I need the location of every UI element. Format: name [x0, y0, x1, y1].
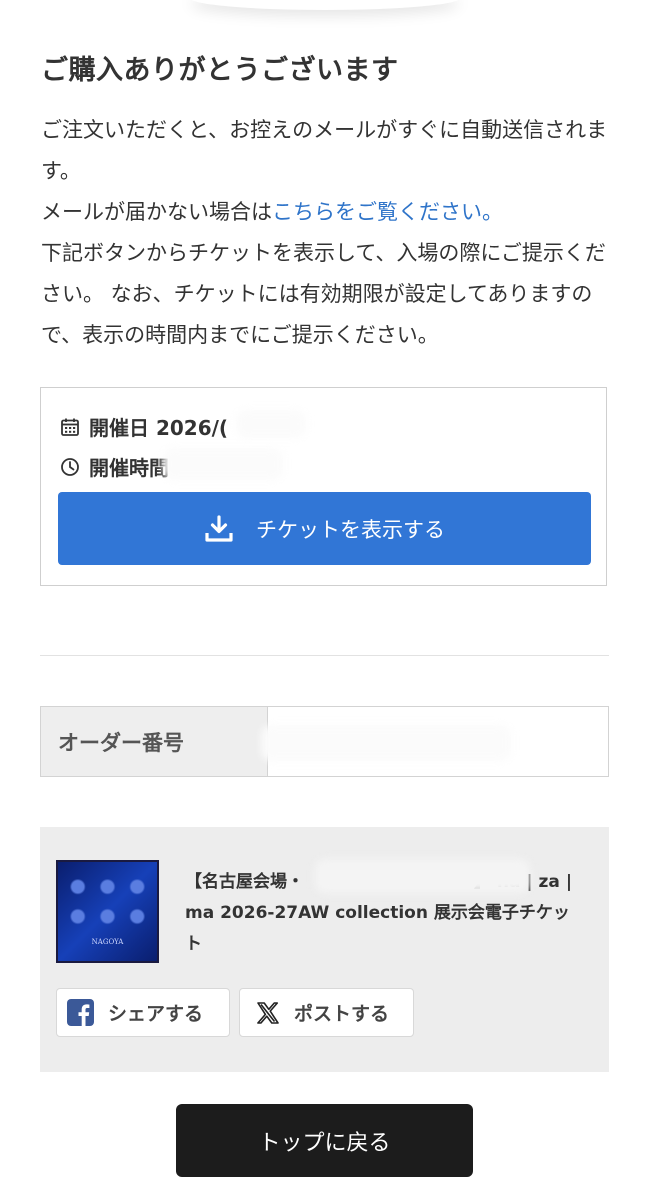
x-post-label: ポストする	[294, 1003, 390, 1025]
thumbnail-caption: NAGOYA	[91, 938, 124, 946]
mail-help-text: メールが届かない場合は	[41, 200, 272, 224]
facebook-share-label: シェアする	[108, 1003, 204, 1025]
mail-help-link[interactable]: こちらをご覧ください。	[272, 200, 503, 224]
event-time-row: 開催時間	[60, 452, 169, 481]
product-thumbnail: NAGOYA	[56, 860, 159, 963]
facebook-icon	[67, 999, 94, 1026]
section-divider	[40, 655, 609, 656]
redacted-time-area	[163, 448, 283, 480]
download-icon	[205, 514, 233, 542]
event-date-text: 開催日 2026/(	[89, 416, 229, 440]
message-line-auto-send: ご注文いただくと、お控えのメールがすぐに自動送信されます。	[41, 118, 608, 183]
event-info-box: 開催日 2026/( 開催時間 チケットを表示する	[40, 387, 607, 586]
message-line-ticket-instructions: 下記ボタンからチケットを表示して、入場の際にご提示ください。 なお、チケットには…	[41, 241, 606, 347]
calendar-icon	[61, 418, 79, 436]
product-card: NAGOYA 【名古屋会場・ 】 ha | za | ma 2026-27AW …	[40, 827, 609, 1072]
facebook-share-button[interactable]: シェアする	[56, 988, 230, 1037]
x-post-button[interactable]: ポストする	[239, 988, 414, 1037]
event-date-row: 開催日 2026/(	[60, 412, 228, 441]
order-number-label: オーダー番号	[41, 707, 268, 776]
top-shadow	[190, 0, 460, 10]
x-logo-icon	[257, 1001, 279, 1024]
order-number-table: オーダー番号	[40, 706, 609, 777]
redacted-order-number	[261, 725, 511, 761]
page-title: ご購入ありがとうございます	[41, 55, 399, 86]
redacted-product-title	[315, 859, 530, 893]
clock-icon	[61, 457, 79, 476]
redacted-date-area	[236, 410, 306, 438]
show-ticket-label: チケットを表示する	[256, 518, 445, 542]
event-time-text: 開催時間	[89, 456, 169, 480]
confirmation-message: ご注文いただくと、お控えのメールがすぐに自動送信されます。 メールが届かない場合…	[41, 110, 616, 356]
message-line-mail-help: メールが届かない場合はこちらをご覧ください。	[41, 192, 616, 233]
show-ticket-button[interactable]: チケットを表示する	[58, 492, 591, 565]
back-to-top-button[interactable]: トップに戻る	[176, 1104, 473, 1177]
